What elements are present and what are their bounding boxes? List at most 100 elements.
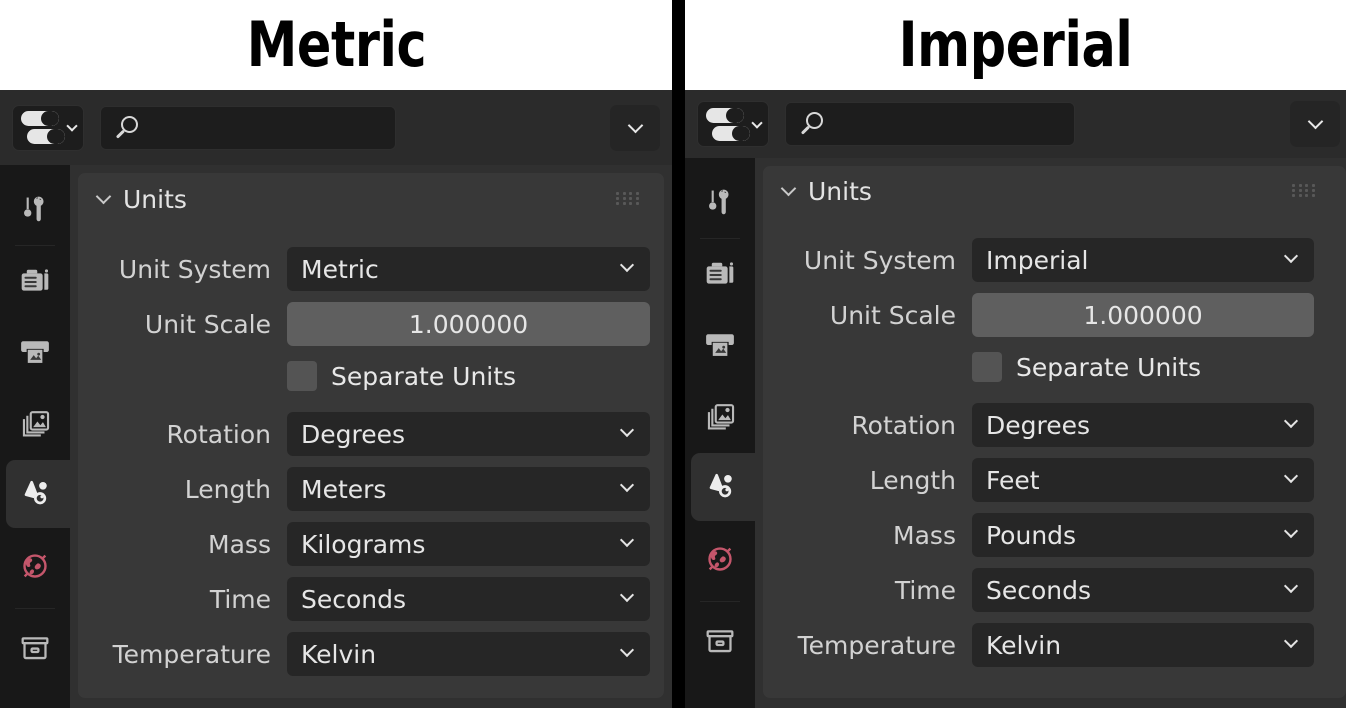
sidebar-item-world[interactable]	[0, 530, 70, 602]
row-rotation-imperial: Rotation Degrees	[777, 403, 1332, 447]
row-length-imperial: Length Feet	[777, 458, 1332, 502]
comparison-stage: Metric Units Unit System Metric Unit Sca…	[0, 0, 1346, 708]
sidebar-item-collection[interactable]	[685, 608, 755, 674]
dropdown-mass-imperial[interactable]: Pounds	[972, 513, 1314, 557]
properties-editor-metric: Units Unit System Metric Unit Scale 1.00…	[0, 90, 672, 708]
chevron-down-icon	[619, 587, 635, 603]
editor-type-button-metric[interactable]	[12, 104, 84, 151]
number-unit-scale-imperial[interactable]: 1.000000	[972, 293, 1314, 337]
sidebar-item-output[interactable]	[685, 310, 755, 380]
images-icon	[703, 399, 737, 433]
search-input-metric[interactable]	[147, 115, 381, 140]
number-unit-scale-metric[interactable]: 1.000000	[287, 302, 650, 346]
chevron-down-icon	[1283, 633, 1299, 649]
world-globe-icon	[703, 542, 737, 576]
checkbox-separate-units-imperial[interactable]	[972, 352, 1002, 382]
drag-grip-icon[interactable]	[1292, 184, 1316, 197]
row-rotation-metric: Rotation Degrees	[92, 412, 650, 456]
search-box-metric[interactable]	[100, 105, 396, 150]
sidebar-item-scene[interactable]	[685, 451, 765, 523]
row-unit-scale-metric: Unit Scale 1.000000	[92, 302, 650, 346]
sidebar-item-scene[interactable]	[0, 458, 80, 530]
panel-imperial: Imperial Units Unit System Imperial Unit…	[685, 0, 1346, 708]
chevron-down-icon[interactable]	[780, 180, 797, 196]
search-icon	[115, 115, 139, 141]
dropdown-time-value: Seconds	[986, 575, 1092, 605]
number-unit-scale-value: 1.000000	[408, 309, 529, 339]
sidebar-item-render[interactable]	[0, 246, 70, 316]
label-temperature: Temperature	[797, 630, 956, 660]
dropdown-time-imperial[interactable]: Seconds	[972, 568, 1314, 612]
search-box-imperial[interactable]	[785, 102, 1075, 146]
panel-title-bar-imperial: Imperial	[685, 0, 1346, 90]
units-panel-title-metric: Units	[123, 184, 187, 214]
dropdown-rotation-value: Degrees	[301, 419, 406, 449]
row-unit-scale-imperial: Unit Scale 1.000000	[777, 293, 1332, 337]
dropdown-unit-system-imperial[interactable]: Imperial	[972, 238, 1314, 282]
row-separate-units-imperial: Separate Units	[777, 347, 1332, 387]
sidebar-item-world[interactable]	[685, 523, 755, 595]
panel-title-bar-metric: Metric	[0, 0, 672, 90]
sidebar-item-view-layer[interactable]	[0, 388, 70, 458]
chevron-down-icon	[1283, 413, 1299, 429]
dropdown-temperature-value: Kelvin	[986, 630, 1062, 660]
dropdown-mass-value: Pounds	[986, 520, 1077, 550]
dropdown-time-metric[interactable]: Seconds	[287, 577, 650, 621]
property-tab-rail-metric	[0, 165, 80, 708]
units-panel-card-metric: Units Unit System Metric Unit Scale 1.00…	[78, 173, 664, 698]
dropdown-unit-system-metric[interactable]: Metric	[287, 247, 650, 291]
page-title-metric: Metric	[246, 8, 426, 81]
properties-editor-imperial: Units Unit System Imperial Unit Scale 1.…	[685, 90, 1346, 708]
dropdown-length-metric[interactable]: Meters	[287, 467, 650, 511]
units-panel-header-metric[interactable]: Units	[92, 173, 650, 225]
row-temperature-metric: Temperature Kelvin	[92, 632, 650, 676]
dropdown-rotation-metric[interactable]: Degrees	[287, 412, 650, 456]
search-input-imperial[interactable]	[832, 112, 1060, 136]
tool-icon	[703, 186, 737, 220]
row-unit-system-metric: Unit System Metric	[92, 247, 650, 291]
chevron-down-icon[interactable]	[95, 188, 112, 204]
dropdown-unit-system-value: Imperial	[986, 245, 1089, 275]
editor-body-imperial: Units Unit System Imperial Unit Scale 1.…	[685, 158, 1346, 708]
dropdown-temperature-metric[interactable]: Kelvin	[287, 632, 650, 676]
scene-cone-icon	[18, 477, 52, 511]
editor-options-button-imperial[interactable]	[1290, 101, 1340, 147]
editor-type-button-imperial[interactable]	[697, 101, 769, 147]
sidebar-item-output[interactable]	[0, 317, 70, 387]
dropdown-temperature-imperial[interactable]: Kelvin	[972, 623, 1314, 667]
world-globe-icon	[18, 549, 52, 583]
dropdown-time-value: Seconds	[301, 584, 407, 614]
printer-icon	[18, 335, 52, 369]
sidebar-item-tool[interactable]	[0, 175, 70, 245]
sidebar-item-tool[interactable]	[685, 168, 755, 238]
properties-editor-icon	[705, 107, 750, 141]
units-panel-header-imperial[interactable]: Units	[777, 166, 1332, 216]
tab-separator	[700, 601, 740, 602]
dropdown-length-imperial[interactable]: Feet	[972, 458, 1314, 502]
sidebar-item-view-layer[interactable]	[685, 381, 755, 451]
printer-icon	[703, 328, 737, 362]
label-mass: Mass	[893, 520, 956, 550]
drag-grip-icon[interactable]	[616, 192, 640, 205]
row-time-metric: Time Seconds	[92, 577, 650, 621]
chevron-down-icon	[627, 117, 643, 133]
camera-back-icon	[703, 257, 737, 291]
chevron-down-icon	[750, 116, 763, 129]
dropdown-mass-metric[interactable]: Kilograms	[287, 522, 650, 566]
units-panel-title-imperial: Units	[808, 176, 872, 206]
editor-options-button-metric[interactable]	[610, 104, 660, 151]
panel-metric: Metric Units Unit System Metric Unit Sca…	[0, 0, 672, 708]
dropdown-rotation-value: Degrees	[986, 410, 1091, 440]
sidebar-item-render[interactable]	[685, 239, 755, 309]
label-separate-units: Separate Units	[331, 361, 517, 391]
row-mass-imperial: Mass Pounds	[777, 513, 1332, 557]
checkbox-separate-units-metric[interactable]	[287, 361, 317, 391]
units-panel-card-imperial: Units Unit System Imperial Unit Scale 1.…	[763, 166, 1346, 698]
label-unit-scale: Unit Scale	[144, 309, 271, 339]
label-rotation: Rotation	[851, 410, 956, 440]
properties-content-metric: Units Unit System Metric Unit Scale 1.00…	[70, 165, 672, 708]
dropdown-rotation-imperial[interactable]: Degrees	[972, 403, 1314, 447]
tool-icon	[18, 193, 52, 227]
properties-content-imperial: Units Unit System Imperial Unit Scale 1.…	[755, 158, 1346, 708]
sidebar-item-collection[interactable]	[0, 615, 70, 681]
